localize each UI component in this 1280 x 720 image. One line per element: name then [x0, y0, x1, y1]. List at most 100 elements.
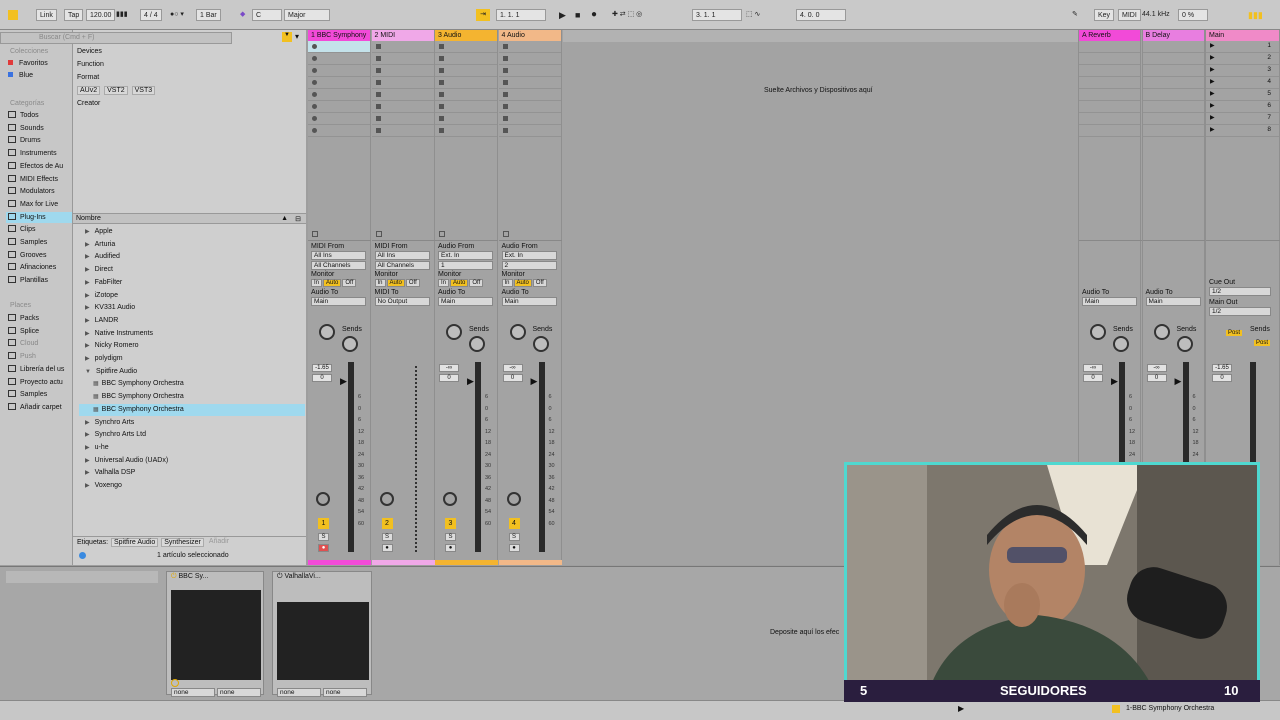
clip-stop-icon[interactable] — [375, 104, 381, 109]
clip-slot[interactable] — [308, 101, 370, 113]
solo-button[interactable]: S — [445, 533, 456, 541]
post-button[interactable]: Post — [1226, 330, 1243, 336]
stop-all-icon[interactable] — [502, 231, 509, 237]
clip-slot[interactable] — [435, 65, 497, 77]
arm-button[interactable]: ● — [381, 544, 393, 552]
clip-record-icon[interactable] — [312, 92, 317, 97]
category-sounds[interactable]: Sounds — [8, 123, 44, 134]
track-delay-icon[interactable] — [506, 492, 521, 506]
key-map-button[interactable]: Key — [1094, 9, 1115, 21]
clip-slot[interactable] — [1142, 125, 1204, 137]
plugin-item[interactable]: ▦ BBC Symphony Orchestra — [93, 391, 184, 403]
collapse-icon[interactable]: ▾ — [295, 32, 299, 41]
category-max-for-live[interactable]: Max for Live — [8, 199, 58, 210]
clip-slot[interactable] — [1079, 113, 1140, 125]
expand-arrow-icon[interactable]: ▼ — [85, 369, 91, 375]
track-activator-button[interactable]: 2 — [381, 518, 393, 529]
loop-length-field[interactable]: 4. 0. 0 — [796, 9, 846, 21]
monitor-in-button[interactable]: In — [501, 279, 513, 287]
stop-icon[interactable]: ■ — [575, 9, 580, 21]
track-header[interactable]: 1 BBC Symphony — [308, 30, 370, 41]
plugin-item[interactable]: ▦ BBC Symphony Orchestra — [93, 378, 184, 390]
main-header[interactable]: Main — [1206, 30, 1279, 41]
clip-stop-icon[interactable] — [502, 92, 508, 97]
clip-stop-icon[interactable] — [439, 68, 444, 73]
scene-launch[interactable]: ▶ 7 — [1206, 113, 1279, 125]
send-b-knob[interactable] — [532, 336, 549, 352]
menu-icon[interactable] — [8, 10, 18, 20]
output-select[interactable]: No Output — [374, 297, 430, 306]
clip-slot[interactable] — [371, 89, 434, 101]
expand-arrow-icon[interactable]: ▶ — [85, 318, 90, 324]
expand-arrow-icon[interactable]: ▶ — [85, 267, 90, 273]
volume-field[interactable]: -1.65 — [312, 364, 332, 372]
format-tag-vst3[interactable]: VST3 — [131, 86, 156, 95]
key-select[interactable]: C — [252, 9, 282, 21]
category-drums[interactable]: Drums — [8, 135, 41, 146]
clip-stop-icon[interactable] — [502, 128, 508, 133]
clip-slot[interactable] — [498, 101, 561, 113]
solo-button[interactable]: S — [508, 533, 520, 541]
clip-slot[interactable] — [371, 41, 434, 53]
scene-play-icon[interactable]: ▶ — [1210, 66, 1215, 73]
clip-slot[interactable] — [371, 125, 434, 137]
category-instruments[interactable]: Instruments — [8, 148, 57, 159]
filter-format[interactable]: Format — [77, 74, 99, 81]
tag-synthesizer[interactable]: Synthesizer — [161, 538, 204, 547]
fader-handle-icon[interactable]: ▶ — [531, 376, 538, 387]
category-todos[interactable]: Todos — [8, 110, 39, 121]
volume-field[interactable]: -∞ — [1083, 364, 1103, 372]
quantize-select[interactable]: 1 Bar — [196, 9, 221, 21]
macro-select-3[interactable]: none — [277, 688, 321, 697]
name-column-header[interactable]: Nombre ▲ ⊟ — [73, 213, 306, 224]
clip-stop-icon[interactable] — [439, 56, 444, 61]
input-channel-select[interactable]: All Channels — [311, 261, 366, 270]
tag-a-adir[interactable]: Añadir — [207, 538, 231, 547]
tag-spitfire-audio[interactable]: Spitfire Audio — [111, 538, 159, 547]
expand-arrow-icon[interactable]: ▶ — [85, 420, 90, 426]
clip-slot[interactable] — [308, 77, 370, 89]
expand-arrow-icon[interactable]: ▶ — [85, 293, 90, 299]
stop-all-icon[interactable] — [375, 231, 382, 237]
pan-field[interactable]: 0 — [439, 374, 459, 382]
clip-slot[interactable] — [1079, 101, 1140, 113]
arm-button[interactable]: ● — [445, 544, 456, 552]
monitor-auto-button[interactable]: Auto — [450, 279, 469, 287]
position-field[interactable]: 1. 1. 1 — [496, 9, 546, 21]
clip-stop-icon[interactable] — [375, 128, 381, 133]
clip-slot[interactable] — [1079, 125, 1140, 137]
expand-arrow-icon[interactable]: ▶ — [85, 343, 90, 349]
filter-devices[interactable]: Devices — [77, 48, 102, 55]
input-type-select[interactable]: Ext. In — [438, 251, 493, 260]
output-select[interactable]: Main — [501, 297, 557, 306]
play-icon[interactable]: ▶ — [559, 9, 566, 21]
clip-slot[interactable] — [435, 113, 497, 125]
clip-slot[interactable] — [435, 53, 497, 65]
overview-icon[interactable]: ▮▮▮ — [1248, 9, 1263, 21]
link-button[interactable]: Link — [36, 9, 57, 21]
clip-slot[interactable] — [308, 53, 370, 65]
macro-select-2[interactable]: none — [217, 688, 261, 697]
format-tag-auv2[interactable]: AUv2 — [77, 86, 101, 95]
track-delay-icon[interactable] — [443, 492, 457, 506]
clip-slot[interactable] — [1142, 65, 1204, 77]
track-delay-icon[interactable] — [316, 492, 330, 506]
input-channel-select[interactable]: 2 — [501, 261, 557, 270]
return-header[interactable]: A Reverb — [1079, 30, 1140, 41]
clip-record-icon[interactable] — [312, 116, 317, 121]
monitor-off-button[interactable]: Off — [532, 279, 547, 287]
pan-field[interactable]: 0 — [502, 374, 523, 382]
clip-slot[interactable] — [498, 65, 561, 77]
clip-slot[interactable] — [498, 53, 561, 65]
pan-field[interactable]: 0 — [1146, 374, 1167, 382]
send-b-knob[interactable] — [1176, 336, 1193, 352]
folder-item[interactable]: ▶ Audified — [85, 251, 120, 263]
clip-stop-icon[interactable] — [375, 68, 381, 73]
folder-item[interactable]: ▶ FabFilter — [85, 277, 122, 289]
monitor-off-button[interactable]: Off — [469, 279, 484, 287]
volume-field[interactable]: -1.65 — [1212, 364, 1232, 372]
input-channel-select[interactable]: All Channels — [374, 261, 430, 270]
clip-record-icon[interactable] — [312, 68, 317, 73]
category-midi-effects[interactable]: MIDI Effects — [8, 174, 58, 185]
clip-slot[interactable] — [371, 101, 434, 113]
